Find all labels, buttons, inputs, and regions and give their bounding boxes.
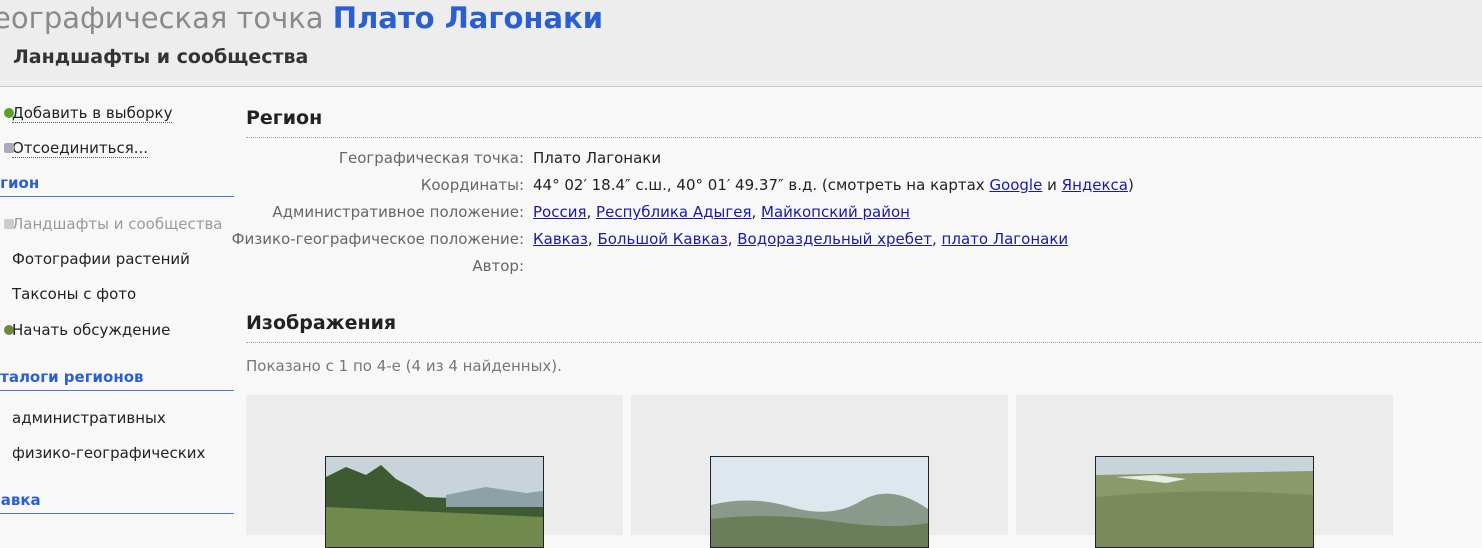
coordinates-close-paren: ): [1127, 176, 1134, 194]
sidebar-item-label: Таксоны с фото: [12, 285, 137, 303]
row-author: Автор:: [246, 256, 1482, 283]
image-card: [246, 395, 623, 548]
google-maps-link[interactable]: Google: [989, 176, 1042, 194]
sidebar-heading-region-catalogs: аталоги регионов: [0, 366, 234, 391]
coordinates-label: Координаты:: [420, 176, 524, 194]
geo-point-label: Географическая точка:: [338, 149, 524, 167]
forest-meadow-photo[interactable]: [325, 456, 544, 548]
sidebar-heading-region: егион: [0, 172, 234, 197]
green-dot-icon: [4, 108, 14, 118]
sidebar-item-label: Фотографии растений: [12, 250, 190, 268]
add-to-selection-label: Добавить в выборку: [12, 104, 173, 123]
sidebar-item-plant-photos[interactable]: Фотографии растений: [12, 249, 190, 269]
region-section-title: Регион: [246, 106, 1482, 138]
sidebar-item-physiographic[interactable]: физико-географических: [12, 443, 205, 463]
sidebar-item-administrative[interactable]: административных: [12, 408, 166, 428]
mountain-valley-photo[interactable]: [710, 456, 929, 548]
physiographic-label: Физико-географическое положение:: [231, 230, 524, 248]
phys-link-caucasus[interactable]: Кавказ: [533, 230, 588, 248]
disconnect-icon: [4, 143, 14, 153]
sidebar-item-label: административных: [12, 409, 166, 427]
sidebar-heading-help: равка: [0, 489, 234, 514]
sidebar-item-start-discussion[interactable]: Начать обсуждение: [4, 320, 171, 340]
sidebar: Добавить в выборку Отсоединиться... егио…: [0, 86, 240, 527]
images-section-title: Изображения: [246, 311, 1482, 343]
administrative-value: Россия, Республика Адыгея, Майкопский ра…: [533, 203, 910, 221]
author-label: Автор:: [472, 257, 524, 275]
plateau-photo[interactable]: [1095, 456, 1314, 548]
phys-link-lagonaki-plateau[interactable]: плато Лагонаки: [942, 230, 1069, 248]
coordinates-text: 44° 02′ 18.4″ с.ш., 40° 01′ 49.37″ в.д. …: [533, 176, 985, 194]
disconnect-label: Отсоединиться...: [12, 139, 149, 158]
sidebar-item-label: Ландшафты и сообщества: [12, 215, 223, 233]
sidebar-item-landscapes: Ландшафты и сообщества: [4, 214, 223, 234]
page-subtitle: Ландшафты и сообщества: [13, 46, 309, 68]
add-to-selection-link[interactable]: Добавить в выборку: [4, 103, 173, 123]
page-title-place: Плато Лагонаки: [332, 1, 604, 35]
page-title: еографическая точка Плато Лагонаки: [0, 0, 603, 38]
coordinates-value: 44° 02′ 18.4″ с.ш., 40° 01′ 49.37″ в.д. …: [533, 175, 1134, 195]
yandex-maps-link[interactable]: Яндекса: [1062, 176, 1128, 194]
images-count-text: Показано с 1 по 4-е (4 из 4 найденных).: [246, 357, 562, 375]
page-header: еографическая точка Плато Лагонаки Ландш…: [0, 0, 1482, 87]
sidebar-item-label: физико-географических: [12, 444, 206, 462]
disconnect-link[interactable]: Отсоединиться...: [4, 138, 149, 158]
discussion-icon: [4, 325, 14, 335]
page-title-prefix: еографическая точка: [0, 1, 324, 35]
main-content: Регион Географическая точка: Плато Лагон…: [232, 86, 1482, 548]
sidebar-item-label: Начать обсуждение: [12, 321, 171, 339]
phys-link-watershed-ridge[interactable]: Водораздельный хребет: [737, 230, 932, 248]
physiographic-value: Кавказ, Большой Кавказ, Водораздельный х…: [533, 230, 1069, 248]
image-card: [631, 395, 1008, 548]
page-icon: [4, 219, 14, 229]
administrative-label: Административное положение:: [272, 203, 524, 221]
admin-link-adygea[interactable]: Республика Адыгея: [596, 203, 751, 221]
row-coordinates: Координаты: 44° 02′ 18.4″ с.ш., 40° 01′ …: [246, 175, 1482, 202]
row-administrative: Административное положение: Россия, Респ…: [246, 202, 1482, 229]
phys-link-greater-caucasus[interactable]: Большой Кавказ: [597, 230, 727, 248]
sidebar-item-taxa-with-photos[interactable]: Таксоны с фото: [12, 284, 136, 304]
row-physiographic: Физико-географическое положение: Кавказ,…: [232, 229, 1482, 256]
image-card: [1016, 395, 1393, 548]
row-geo-point: Географическая точка: Плато Лагонаки: [246, 148, 1482, 175]
geo-point-value: Плато Лагонаки: [533, 149, 662, 167]
admin-link-russia[interactable]: Россия: [533, 203, 587, 221]
admin-link-maykop[interactable]: Майкопский район: [761, 203, 910, 221]
coordinates-and: и: [1047, 176, 1057, 194]
